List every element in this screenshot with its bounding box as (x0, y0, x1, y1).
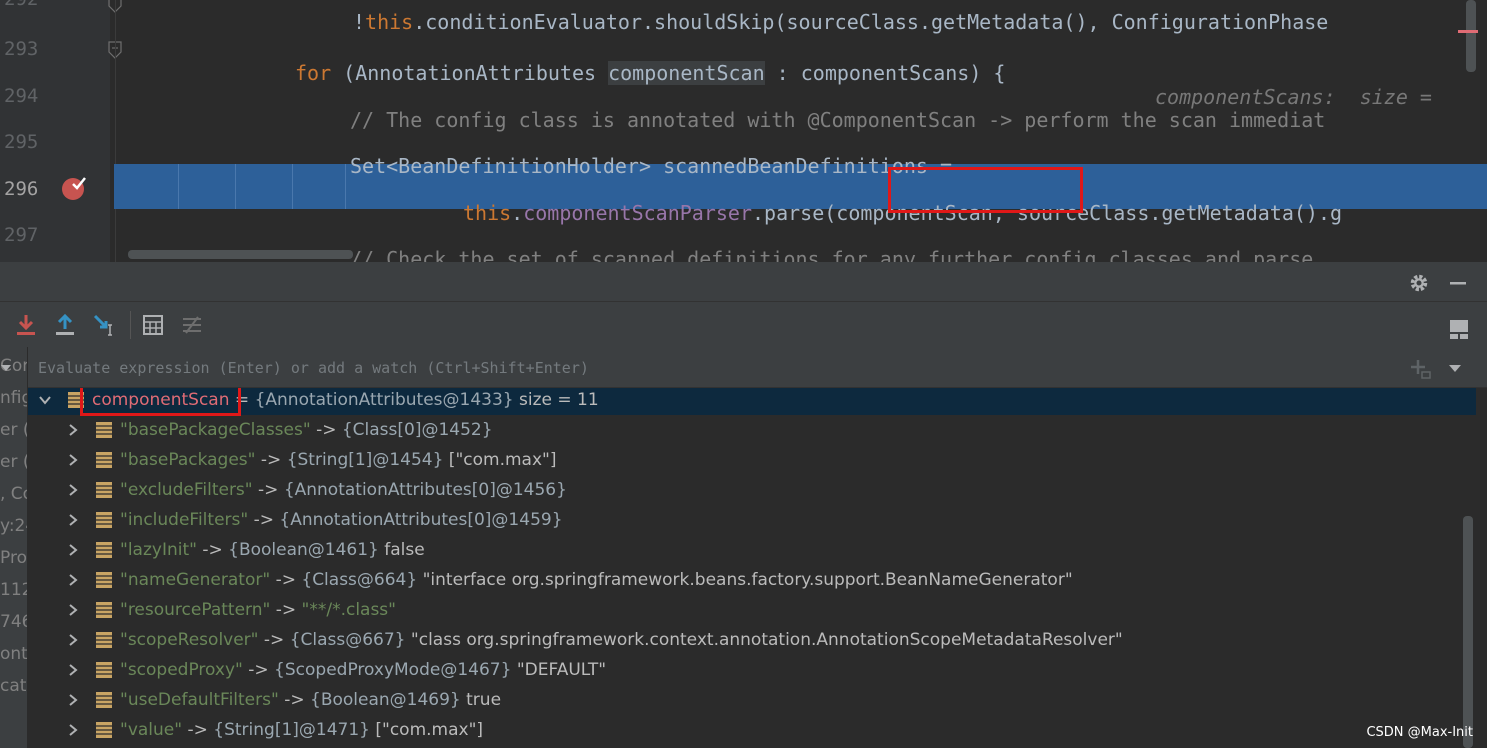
variable-row[interactable]: "basePackages" -> {String[1]@1454} ["com… (28, 445, 1476, 475)
add-watch-icon[interactable] (1409, 358, 1431, 380)
variable-row[interactable]: "lazyInit" -> {Boolean@1461} false (28, 535, 1476, 565)
field-icon (96, 542, 112, 558)
chevron-right-icon[interactable] (66, 723, 80, 737)
dropdown-icon[interactable] (1448, 361, 1462, 375)
dropdown-icon[interactable] (0, 362, 12, 374)
field-icon (96, 662, 112, 678)
frame-item[interactable]: 746 (0, 607, 27, 637)
chevron-right-icon[interactable] (66, 423, 80, 437)
code-line-292: !this.conditionEvaluator.shouldSkip(sour… (353, 10, 1329, 34)
code-line-295: Set<BeanDefinitionHolder> scannedBeanDef… (350, 154, 953, 178)
variable-row[interactable]: "value" -> {String[1]@1471} ["com.max"] (28, 715, 1476, 745)
field-icon (96, 422, 112, 438)
highlight-box (888, 167, 1083, 213)
variable-row[interactable]: "scopedProxy" -> {ScopedProxyMode@1467} … (28, 655, 1476, 685)
variable-row[interactable]: "scopeResolver" -> {Class@667} "class or… (28, 625, 1476, 655)
line-number: 293 (4, 38, 39, 60)
variables-tree: componentScan = {AnnotationAttributes@14… (28, 388, 1487, 748)
field-icon (96, 572, 112, 588)
vertical-scrollbar[interactable] (1463, 516, 1473, 748)
variable-row[interactable]: "useDefaultFilters" -> {Boolean@1469} tr… (28, 685, 1476, 715)
frame-item[interactable]: , Co (0, 479, 27, 509)
line-number: 295 (4, 131, 39, 153)
debugger-panel: Cor nfig er ( er ( , Co y:24 Pro 112 746… (0, 262, 1487, 748)
code-editor[interactable]: 292 293 294 295 296 297 !this.conditionE… (0, 0, 1487, 262)
variable-row[interactable]: "basePackageClasses" -> {Class[0]@1452} (28, 415, 1476, 445)
field-icon (96, 482, 112, 498)
frame-item[interactable]: nfig (0, 383, 27, 413)
run-to-cursor-icon[interactable] (92, 313, 116, 337)
line-number: 297 (4, 224, 39, 246)
code-line-293: for (AnnotationAttributes componentScan … (295, 61, 1432, 109)
watermark: CSDN @Max-Init (1366, 725, 1473, 740)
frame-item[interactable]: er ( (0, 447, 27, 477)
error-stripe-marker[interactable] (1458, 30, 1478, 33)
trace-icon[interactable] (180, 313, 204, 337)
line-number: 292 (0, 0, 44, 10)
debug-toolbar (0, 303, 1487, 347)
horizontal-scrollbar[interactable] (128, 250, 353, 259)
field-icon (96, 692, 112, 708)
frame-item[interactable]: Pro (0, 543, 27, 573)
toolbar-separator (130, 311, 131, 339)
evaluate-expression-input[interactable] (38, 356, 1398, 380)
code-line-296: this.componentScanParser.parse(component… (463, 201, 1343, 225)
variable-row[interactable]: "includeFilters" -> {AnnotationAttribute… (28, 505, 1476, 535)
chevron-right-icon[interactable] (66, 603, 80, 617)
frame-item[interactable]: er ( (0, 415, 27, 445)
evaluate-bar (28, 347, 1487, 388)
frame-item[interactable]: 112 (0, 575, 27, 605)
field-icon (96, 512, 112, 528)
variable-row[interactable]: "resourcePattern" -> "**/*.class" (28, 595, 1476, 625)
chevron-right-icon[interactable] (66, 513, 80, 527)
chevron-right-icon[interactable] (66, 573, 80, 587)
evaluate-icon[interactable] (141, 313, 165, 337)
highlight-box (80, 388, 241, 416)
frame-item[interactable]: cati (0, 671, 27, 701)
variable-row[interactable]: "nameGenerator" -> {Class@664} "interfac… (28, 565, 1476, 595)
variable-row[interactable]: "excludeFilters" -> {AnnotationAttribute… (28, 475, 1476, 505)
chevron-right-icon[interactable] (66, 483, 80, 497)
chevron-down-icon[interactable] (38, 393, 52, 407)
chevron-right-icon[interactable] (66, 633, 80, 647)
chevron-right-icon[interactable] (66, 543, 80, 557)
code-line-294: // The config class is annotated with @C… (350, 108, 1326, 132)
step-out-icon[interactable] (53, 313, 77, 337)
line-number: 296 (4, 178, 39, 200)
frame-item[interactable]: onte (0, 639, 27, 669)
chevron-right-icon[interactable] (66, 663, 80, 677)
frames-list: Cor nfig er ( er ( , Co y:24 Pro 112 746… (0, 347, 27, 748)
minimize-icon[interactable] (1448, 272, 1468, 294)
step-into-icon[interactable] (14, 313, 38, 337)
breakpoint-icon[interactable] (61, 175, 87, 201)
settings-icon[interactable] (1408, 272, 1430, 294)
vertical-scrollbar[interactable] (1466, 0, 1476, 72)
panel-header (0, 262, 1487, 302)
chevron-right-icon[interactable] (66, 453, 80, 467)
line-number: 294 (4, 85, 39, 107)
field-icon (96, 602, 112, 618)
variable-row-root[interactable]: componentScan = {AnnotationAttributes@14… (28, 388, 1476, 415)
field-icon (96, 452, 112, 468)
frame-item[interactable]: y:24 (0, 511, 27, 541)
chevron-right-icon[interactable] (66, 693, 80, 707)
field-icon (96, 722, 112, 738)
layout-icon[interactable] (1448, 317, 1472, 341)
field-icon (96, 632, 112, 648)
